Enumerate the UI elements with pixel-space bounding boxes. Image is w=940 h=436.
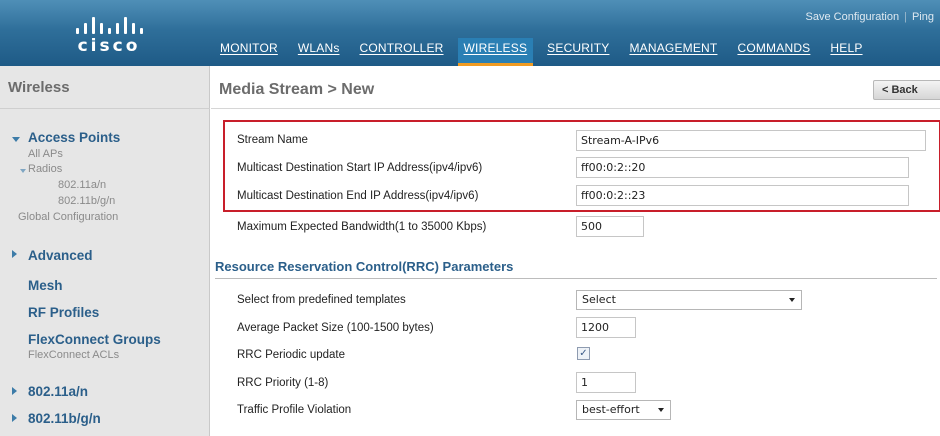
nav-security[interactable]: SECURITY (541, 39, 615, 67)
back-button[interactable]: < Back (873, 80, 940, 100)
sidebar-item-radios[interactable]: Radios (28, 163, 62, 175)
rrc-priority-label: RRC Priority (1-8) (237, 377, 329, 389)
traffic-violation-select-value: best-effort (582, 403, 640, 416)
rrc-divider (215, 278, 937, 279)
avg-packet-field[interactable]: 1200 (576, 317, 636, 338)
sidebar-item-80211bgn[interactable]: 802.11b/g/n (28, 411, 101, 426)
nav-wireless[interactable]: WIRELESS (457, 38, 534, 66)
multicast-end-ip-label: Multicast Destination End IP Address(ipv… (237, 190, 479, 202)
multicast-start-ip-label: Multicast Destination Start IP Address(i… (237, 162, 483, 174)
template-select[interactable]: Select (576, 290, 802, 310)
main-nav: MONITOR WLANs CONTROLLER WIRELESS SECURITY MA… (214, 38, 877, 66)
multicast-end-ip-field[interactable]: ff00:0:2::23 (576, 185, 909, 206)
cisco-logo[interactable]: cisco (54, 12, 164, 56)
sidebar-item-80211an[interactable]: 802.11a/n (28, 384, 88, 399)
sidebar-item-rf-profiles[interactable]: RF Profiles (28, 305, 99, 320)
save-configuration-link[interactable]: Save Configuration (806, 11, 900, 23)
sidebar-title: Wireless (8, 79, 70, 96)
nav-monitor[interactable]: MONITOR (214, 39, 284, 67)
sidebar-item-advanced[interactable]: Advanced (28, 248, 93, 263)
avg-packet-label: Average Packet Size (100-1500 bytes) (237, 322, 434, 334)
rrc-priority-field[interactable]: 1 (576, 372, 636, 393)
cisco-logo-bars (62, 14, 152, 34)
traffic-violation-select[interactable]: best-effort (576, 400, 671, 420)
rrc-periodic-update-checkbox[interactable]: ✓ (577, 347, 590, 360)
sidebar-item-access-points[interactable]: Access Points (28, 130, 120, 145)
sidebar-item-mesh[interactable]: Mesh (28, 278, 63, 293)
top-header: cisco Save Configuration | Ping MONITOR WLA… (0, 0, 940, 66)
stream-name-field[interactable]: Stream-A-IPv6 (576, 130, 926, 151)
stream-name-label: Stream Name (237, 134, 308, 146)
nav-management[interactable]: MANAGEMENT (623, 39, 723, 67)
template-select-value: Select (582, 293, 616, 306)
sidebar-item-all-aps[interactable]: All APs (28, 148, 63, 160)
sidebar-item-radio-80211bgn[interactable]: 802.11b/g/n (58, 195, 115, 207)
nav-help[interactable]: HELP (824, 39, 868, 67)
top-links-separator: | (904, 11, 907, 23)
nav-wlans[interactable]: WLANs (292, 39, 346, 67)
template-label: Select from predefined templates (237, 294, 406, 306)
collapsed-arrow-icon[interactable] (12, 414, 17, 422)
main-content: Media Stream > New < Back Stream Name St… (211, 66, 940, 436)
collapsed-arrow-icon[interactable] (12, 250, 17, 258)
title-divider (211, 108, 940, 109)
nav-commands[interactable]: COMMANDS (731, 39, 816, 67)
sidebar-item-radio-80211an[interactable]: 802.11a/n (58, 179, 106, 191)
sidebar-item-global-configuration[interactable]: Global Configuration (18, 211, 118, 223)
chevron-down-icon (658, 408, 664, 412)
max-bandwidth-label: Maximum Expected Bandwidth(1 to 35000 Kb… (237, 221, 487, 233)
ping-link[interactable]: Ping (912, 11, 934, 23)
sidebar-item-flexconnect-acls[interactable]: FlexConnect ACLs (28, 349, 119, 361)
cisco-logo-text: cisco (77, 36, 141, 56)
nav-controller[interactable]: CONTROLLER (354, 39, 450, 67)
traffic-violation-label: Traffic Profile Violation (237, 404, 352, 416)
sidebar-divider (0, 108, 210, 109)
rrc-heading: Resource Reservation Control(RRC) Parame… (215, 259, 514, 274)
sidebar: Wireless Access Points All APs Radios 80… (0, 66, 210, 436)
top-links: Save Configuration | Ping (806, 11, 934, 23)
sidebar-item-flexconnect-groups[interactable]: FlexConnect Groups (28, 332, 161, 347)
max-bandwidth-field[interactable]: 500 (576, 216, 644, 237)
expanded-arrow-icon[interactable] (20, 169, 26, 173)
rrc-periodic-update-label: RRC Periodic update (237, 349, 346, 361)
chevron-down-icon (789, 298, 795, 302)
page-title: Media Stream > New (219, 81, 375, 98)
multicast-start-ip-field[interactable]: ff00:0:2::20 (576, 157, 909, 178)
collapsed-arrow-icon[interactable] (12, 387, 17, 395)
expanded-arrow-icon[interactable] (12, 137, 20, 142)
